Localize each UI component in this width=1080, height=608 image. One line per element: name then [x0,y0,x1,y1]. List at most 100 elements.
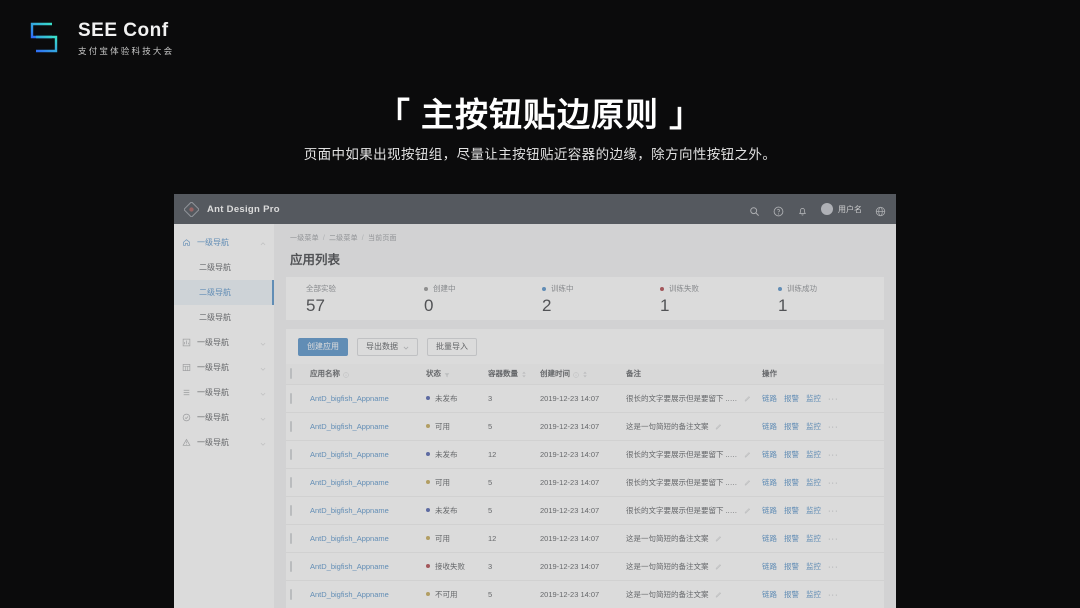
sidebar-item-8[interactable]: 一级导航 [174,430,274,455]
cell-app-name[interactable]: AntD_bigfish_Appname [306,496,422,524]
row-action-链路[interactable]: 链路 [762,421,777,432]
pencil-icon[interactable] [744,395,751,402]
row-action-监控[interactable]: 监控 [806,533,821,544]
more-actions-button[interactable]: ··· [828,534,839,543]
row-checkbox-cell[interactable] [286,552,306,580]
pencil-icon[interactable] [715,535,722,542]
global-icon[interactable] [875,204,886,215]
sort-icon[interactable] [521,371,527,377]
table-row[interactable]: AntD_bigfish_Appname未发布32019-12-23 14:07… [286,384,884,412]
batch-import-button[interactable]: 批量导入 [427,338,477,356]
row-action-链路[interactable]: 链路 [762,449,777,460]
user-menu[interactable]: 用户名 [821,203,862,215]
sidebar-item-6[interactable]: 一级导航 [174,380,274,405]
row-action-监控[interactable]: 监控 [806,589,821,600]
row-action-报警[interactable]: 报警 [784,561,799,572]
pencil-icon[interactable] [744,507,751,514]
more-actions-button[interactable]: ··· [828,478,839,487]
row-checkbox[interactable] [290,393,292,404]
row-action-监控[interactable]: 监控 [806,477,821,488]
app-name-link[interactable]: AntD_bigfish_Appname [310,478,389,487]
row-action-报警[interactable]: 报警 [784,393,799,404]
row-checkbox-cell[interactable] [286,468,306,496]
breadcrumb-item-1[interactable]: 二级菜单 [329,235,358,242]
pencil-icon[interactable] [715,423,722,430]
row-action-监控[interactable]: 监控 [806,561,821,572]
app-name-link[interactable]: AntD_bigfish_Appname [310,506,389,515]
sidebar-item-3[interactable]: 二级导航 [174,305,274,330]
row-checkbox-cell[interactable] [286,412,306,440]
row-checkbox[interactable] [290,505,292,516]
table-header-checkbox[interactable] [286,364,306,384]
question-circle-icon[interactable] [773,204,784,215]
cell-app-name[interactable]: AntD_bigfish_Appname [306,524,422,552]
row-action-链路[interactable]: 链路 [762,561,777,572]
cell-app-name[interactable]: AntD_bigfish_Appname [306,468,422,496]
cell-app-name[interactable]: AntD_bigfish_Appname [306,552,422,580]
row-action-监控[interactable]: 监控 [806,505,821,516]
export-data-button[interactable]: 导出数据 [357,338,418,356]
cell-app-name[interactable]: AntD_bigfish_Appname [306,440,422,468]
table-row[interactable]: AntD_bigfish_Appname接收失败32019-12-23 14:0… [286,552,884,580]
app-name-link[interactable]: AntD_bigfish_Appname [310,394,389,403]
bell-icon[interactable] [797,204,808,215]
more-actions-button[interactable]: ··· [828,562,839,571]
table-row[interactable]: AntD_bigfish_Appname未发布122019-12-23 14:0… [286,440,884,468]
row-checkbox-cell[interactable] [286,496,306,524]
app-name-link[interactable]: AntD_bigfish_Appname [310,422,389,431]
create-app-button[interactable]: 创建应用 [298,338,348,356]
row-action-报警[interactable]: 报警 [784,505,799,516]
pencil-icon[interactable] [715,591,722,598]
sidebar-item-4[interactable]: 一级导航 [174,330,274,355]
row-checkbox[interactable] [290,533,292,544]
more-actions-button[interactable]: ··· [828,590,839,599]
cell-app-name[interactable]: AntD_bigfish_Appname [306,384,422,412]
row-action-报警[interactable]: 报警 [784,477,799,488]
sort-icon[interactable] [582,371,588,377]
table-row[interactable]: AntD_bigfish_Appname未发布52019-12-23 14:07… [286,496,884,524]
row-checkbox[interactable] [290,561,292,572]
cell-app-name[interactable]: AntD_bigfish_Appname [306,580,422,608]
breadcrumb-item-0[interactable]: 一级菜单 [290,235,319,242]
sidebar-item-7[interactable]: 一级导航 [174,405,274,430]
app-name-link[interactable]: AntD_bigfish_Appname [310,590,389,599]
app-name-link[interactable]: AntD_bigfish_Appname [310,534,389,543]
row-action-监控[interactable]: 监控 [806,393,821,404]
row-action-监控[interactable]: 监控 [806,421,821,432]
select-all-checkbox[interactable] [290,368,292,379]
row-checkbox[interactable] [290,477,292,488]
row-action-监控[interactable]: 监控 [806,449,821,460]
row-action-链路[interactable]: 链路 [762,393,777,404]
row-action-链路[interactable]: 链路 [762,477,777,488]
row-checkbox[interactable] [290,421,292,432]
table-row[interactable]: AntD_bigfish_Appname不可用52019-12-23 14:07… [286,580,884,608]
row-action-报警[interactable]: 报警 [784,449,799,460]
row-checkbox[interactable] [290,449,292,460]
more-actions-button[interactable]: ··· [828,422,839,431]
row-checkbox[interactable] [290,589,292,600]
app-name-link[interactable]: AntD_bigfish_Appname [310,450,389,459]
row-checkbox-cell[interactable] [286,384,306,412]
pencil-icon[interactable] [744,451,751,458]
row-checkbox-cell[interactable] [286,524,306,552]
more-actions-button[interactable]: ··· [828,506,839,515]
sidebar-item-5[interactable]: 一级导航 [174,355,274,380]
search-icon[interactable] [749,204,760,215]
table-row[interactable]: AntD_bigfish_Appname可用122019-12-23 14:07… [286,524,884,552]
app-brand[interactable]: Ant Design Pro [184,202,280,217]
row-action-链路[interactable]: 链路 [762,533,777,544]
more-actions-button[interactable]: ··· [828,394,839,403]
row-action-报警[interactable]: 报警 [784,589,799,600]
table-row[interactable]: AntD_bigfish_Appname可用52019-12-23 14:07很… [286,468,884,496]
pencil-icon[interactable] [715,563,722,570]
row-checkbox-cell[interactable] [286,440,306,468]
pencil-icon[interactable] [744,479,751,486]
sidebar-item-1[interactable]: 二级导航 [174,255,274,280]
row-action-报警[interactable]: 报警 [784,533,799,544]
row-action-链路[interactable]: 链路 [762,589,777,600]
row-action-链路[interactable]: 链路 [762,505,777,516]
more-actions-button[interactable]: ··· [828,450,839,459]
row-checkbox-cell[interactable] [286,580,306,608]
sidebar-item-0[interactable]: 一级导航 [174,230,274,255]
app-name-link[interactable]: AntD_bigfish_Appname [310,562,389,571]
